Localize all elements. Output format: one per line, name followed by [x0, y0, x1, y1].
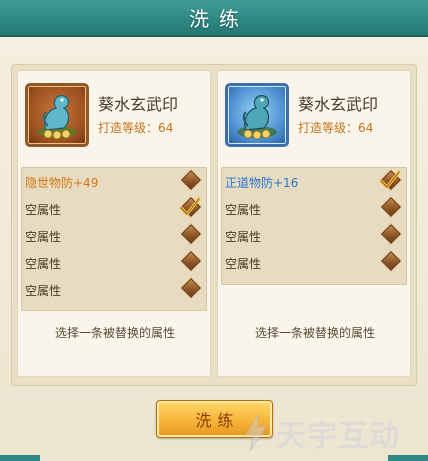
attribute-row[interactable]: 空属性: [222, 250, 408, 277]
hint-text: 选择一条被替换的属性: [54, 326, 175, 340]
attribute-label: 空属性: [25, 257, 62, 271]
item-name: 葵水玄武印: [98, 95, 179, 114]
footer-accent-right: [388, 455, 428, 461]
title-bar: 洗练: [0, 0, 428, 37]
checkmark-icon: [179, 197, 201, 216]
hint-text: 选择一条被替换的属性: [254, 326, 375, 340]
attribute-label: 空属性: [225, 230, 262, 244]
footer-accent-left: [0, 455, 40, 461]
select-diamond-icon[interactable]: [181, 251, 201, 271]
checkmark-icon: [379, 170, 401, 189]
attribute-row[interactable]: 空属性: [22, 250, 208, 277]
dragon-seal-icon: [25, 83, 89, 147]
select-diamond-icon[interactable]: [381, 251, 401, 271]
attribute-row[interactable]: 正道物防+16: [222, 169, 408, 196]
wash-button-label: 洗练: [195, 411, 240, 430]
attribute-row[interactable]: 空属性: [22, 277, 208, 304]
item-name: 葵水玄武印: [298, 95, 379, 114]
attribute-label: 空属性: [225, 257, 262, 271]
item-card-new: 葵水玄武印 打造等级：64 正道物防+16 空属性 空属性 空属性 选择一条被替…: [217, 70, 411, 377]
attribute-row[interactable]: 空属性: [222, 196, 408, 223]
item-card-current: 葵水玄武印 打造等级：64 隐世物防+49 空属性 空属性 空属性 空属性 选择…: [17, 70, 211, 377]
attribute-label: 正道物防+16: [225, 176, 299, 190]
attribute-label: 隐世物防+49: [25, 176, 99, 190]
attribute-label: 空属性: [25, 230, 62, 244]
select-diamond-icon[interactable]: [381, 197, 401, 217]
dragon-seal-icon: [225, 83, 289, 147]
select-diamond-icon[interactable]: [181, 278, 201, 298]
select-diamond-icon[interactable]: [181, 224, 201, 244]
select-diamond-icon[interactable]: [181, 170, 201, 190]
attribute-row[interactable]: 空属性: [22, 223, 208, 250]
attribute-list: 隐世物防+49 空属性 空属性 空属性 空属性: [21, 167, 207, 311]
wash-button[interactable]: 洗练: [156, 400, 273, 438]
attribute-row[interactable]: 空属性: [22, 196, 208, 223]
attribute-list: 正道物防+16 空属性 空属性 空属性: [221, 167, 407, 285]
item-level: 打造等级：64: [98, 121, 174, 135]
attribute-row[interactable]: 空属性: [222, 223, 408, 250]
item-level: 打造等级：64: [298, 121, 374, 135]
attribute-label: 空属性: [225, 203, 262, 217]
attribute-label: 空属性: [25, 203, 62, 217]
attribute-label: 空属性: [25, 284, 62, 298]
attribute-row[interactable]: 隐世物防+49: [22, 169, 208, 196]
select-diamond-icon[interactable]: [381, 224, 401, 244]
page-title: 洗练: [189, 7, 249, 31]
